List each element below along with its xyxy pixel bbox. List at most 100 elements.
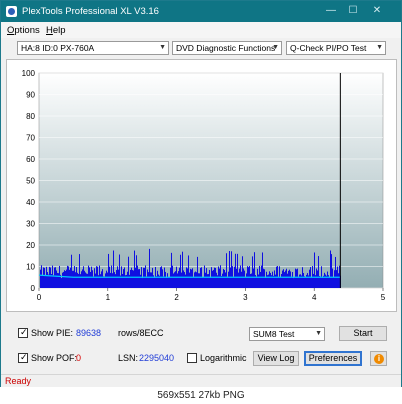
logarithmic-checkbox[interactable]	[187, 353, 197, 363]
pie-bar	[291, 276, 292, 288]
menu-options[interactable]: Options	[7, 25, 40, 36]
pie-bar	[93, 276, 94, 288]
pie-bar	[243, 268, 244, 288]
pie-bar	[44, 267, 45, 288]
test-select[interactable]: Q-Check PI/PO Test ▼	[286, 41, 386, 55]
pie-bar	[118, 269, 119, 288]
pie-bar	[322, 277, 323, 288]
pie-bar	[102, 269, 103, 288]
pie-bar	[203, 277, 204, 288]
pie-bar	[250, 273, 251, 288]
pie-bar	[55, 267, 56, 288]
pie-bar	[304, 276, 305, 288]
pie-bar	[108, 253, 109, 288]
pie-bar	[294, 277, 295, 288]
pie-bar	[114, 272, 115, 288]
pie-bar	[139, 269, 140, 288]
y-tick-label: 10	[26, 263, 35, 272]
pie-bar	[333, 277, 334, 288]
pie-bar	[264, 269, 265, 288]
pie-bar	[56, 270, 57, 288]
show-pie-checkbox[interactable]	[18, 327, 28, 338]
pie-bar	[58, 273, 59, 288]
maximize-button[interactable]: ☐	[343, 4, 363, 18]
minimize-button[interactable]: —	[321, 4, 341, 18]
preferences-button[interactable]: Preferences	[304, 351, 362, 366]
pie-bar	[285, 270, 286, 288]
pie-bar	[309, 269, 310, 288]
pie-bar	[224, 269, 225, 288]
pie-bar	[199, 273, 200, 288]
pie-bar	[198, 273, 199, 288]
info-icon: i	[374, 354, 384, 364]
pie-bar	[313, 273, 314, 288]
drive-select[interactable]: HA:8 ID:0 PX-760A ▼	[17, 41, 169, 55]
pie-bar	[134, 250, 135, 288]
y-tick-label: 60	[26, 155, 35, 164]
pie-bar	[298, 276, 299, 288]
pie-bar	[173, 273, 174, 288]
close-button[interactable]: ✕	[367, 4, 387, 18]
pie-bar	[256, 276, 257, 288]
function-select[interactable]: DVD Diagnostic Functions ▼	[172, 41, 282, 55]
pie-bar	[209, 269, 210, 288]
pie-bar	[158, 274, 159, 288]
menu-help[interactable]: Help	[46, 25, 66, 36]
pie-bar	[95, 273, 96, 288]
pie-bar	[79, 254, 80, 288]
pie-bar	[223, 268, 224, 288]
pie-bar	[53, 275, 54, 288]
start-button[interactable]: Start	[339, 326, 387, 341]
x-tick-label: 0	[37, 293, 42, 302]
pie-bar	[49, 266, 50, 288]
pie-bar	[213, 269, 214, 288]
pie-bar	[260, 271, 261, 288]
x-axis-ticks: 0 1 2 3 4 5	[37, 288, 386, 302]
pie-bar	[169, 277, 170, 288]
pie-bar	[66, 269, 67, 288]
pie-bar	[181, 272, 182, 288]
pie-bar	[210, 277, 211, 288]
show-pof-label: Show POF:	[31, 353, 78, 363]
status-text: Ready	[5, 376, 32, 386]
pie-bar	[278, 276, 279, 288]
info-button[interactable]: i	[370, 351, 387, 366]
pie-bar	[168, 277, 169, 288]
sum-test-select[interactable]: SUM8 Test ▼	[249, 327, 325, 341]
y-tick-label: 40	[26, 198, 35, 207]
pie-bar	[281, 273, 282, 288]
menu-bar: Options Help	[1, 22, 401, 38]
show-pof-checkbox[interactable]	[18, 352, 28, 363]
pie-bar	[43, 267, 44, 288]
pie-bar	[62, 272, 63, 288]
pie-bar	[182, 251, 183, 288]
pie-bar	[280, 277, 281, 288]
pie-bar	[105, 273, 106, 288]
pie-bar	[110, 272, 111, 288]
pie-bar	[106, 270, 107, 288]
pie-bar	[70, 267, 71, 288]
pie-bar	[50, 267, 51, 288]
pie-bar	[127, 271, 128, 288]
pie-bar	[299, 274, 300, 288]
pie-bar	[274, 270, 275, 288]
pie-value: 89638	[76, 328, 102, 338]
pie-bar	[188, 255, 189, 288]
pie-bar	[73, 270, 74, 288]
pie-bar	[228, 271, 229, 288]
pie-bar	[305, 277, 306, 288]
pie-bar	[237, 253, 238, 288]
pie-bar	[147, 269, 148, 288]
pie-bar	[157, 270, 158, 288]
pie-bar	[116, 270, 117, 288]
pie-bar	[142, 278, 143, 288]
pie-bar	[238, 272, 239, 288]
pie-bar	[252, 256, 253, 288]
title-bar[interactable]: PlexTools Professional XL V3.16 — ☐ ✕	[1, 1, 401, 22]
y-tick-label: 80	[26, 112, 35, 121]
pie-bar	[272, 271, 273, 288]
pie-bar	[295, 268, 296, 288]
view-log-button[interactable]: View Log	[253, 351, 299, 366]
pie-bar	[184, 272, 185, 288]
pie-bar	[80, 274, 81, 288]
